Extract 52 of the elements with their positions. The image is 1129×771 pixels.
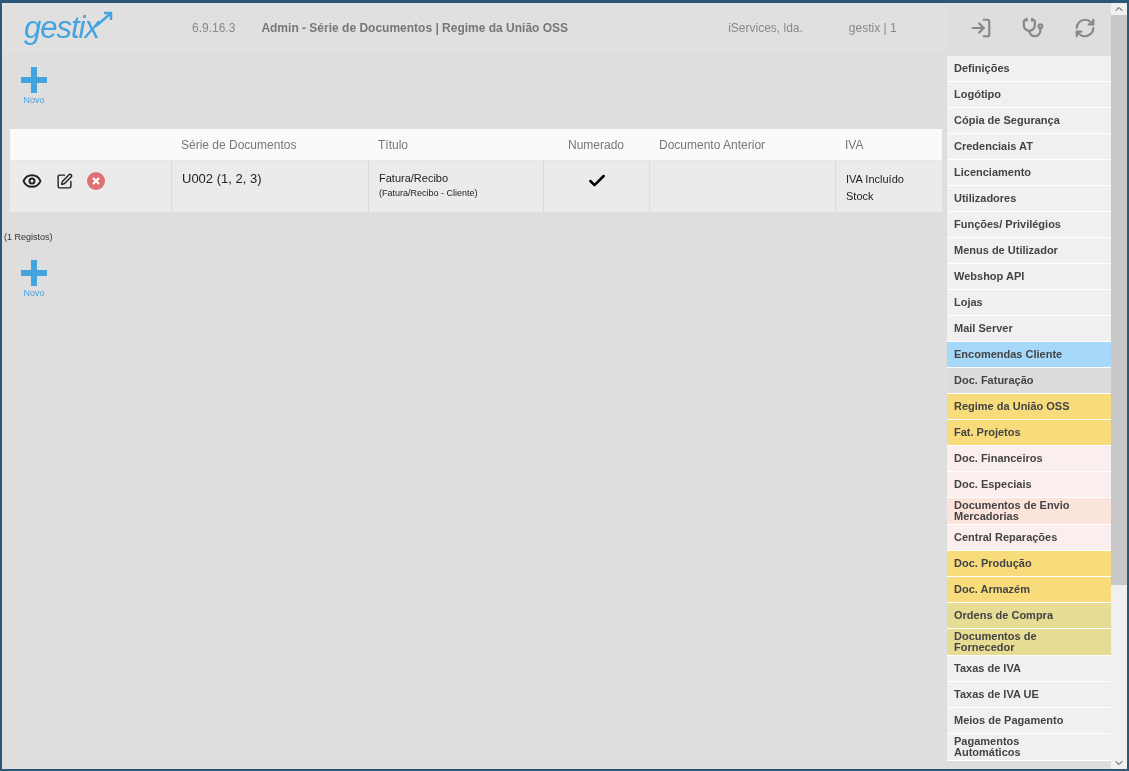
column-header: Título [368,129,543,161]
menu-item[interactable]: Ordens de Compra [947,603,1111,629]
menu-item[interactable]: Cópia de Segurança [947,108,1111,134]
menu-item[interactable]: Taxas de IVA [947,656,1111,682]
vat-text: Stock [846,189,874,204]
menu-item[interactable]: Central Reparações [947,525,1111,551]
version-text: 6.9.16.3 [192,21,236,35]
menu-item[interactable]: Regime da União OSS [947,394,1111,420]
refresh-icon[interactable] [1074,17,1096,39]
logo-text: gestix [24,11,99,45]
plus-icon [21,260,47,286]
menu-item[interactable]: Pagamentos Automáticos [947,734,1111,761]
menu-item[interactable]: Funções/ Privilégios [947,212,1111,238]
menu-item[interactable]: Webshop API [947,264,1111,290]
menu-item[interactable]: Taxas de IVA UE [947,682,1111,708]
menu-item[interactable]: Definições [947,56,1111,82]
menu-item[interactable]: Licenciamento [947,160,1111,186]
menu-item[interactable]: Menus de Utilizador [947,238,1111,264]
plus-icon [21,67,47,93]
column-header: Documento Anterior [649,129,835,161]
stethoscope-icon[interactable] [1022,17,1044,39]
title-text: Fatura/Recibo [379,171,449,186]
edit-button[interactable] [56,172,73,190]
menu-item[interactable]: Documentos de Fornecedor [947,629,1111,656]
subtitle-text: (Fatura/Recibo - Cliente) [379,187,478,200]
menu-item[interactable]: Credenciais AT [947,134,1111,160]
menu-item[interactable]: Lojas [947,290,1111,316]
menu-item[interactable]: Mail Server [947,316,1111,342]
menu-item[interactable]: Doc. Especiais [947,472,1111,498]
menu-item[interactable]: Doc. Produção [947,551,1111,577]
column-header: IVA [835,129,942,161]
logout-icon[interactable] [970,17,992,39]
view-button[interactable] [22,171,42,191]
vat-text: IVA Incluído [846,172,904,187]
delete-button[interactable] [87,172,105,190]
column-header: Série de Documentos [171,129,368,161]
scroll-thumb[interactable] [1111,15,1127,585]
company-text: iServices, lda. [728,21,803,35]
menu-item[interactable]: Doc. Financeiros [947,446,1111,472]
record-count: (1 Registos) [4,232,53,242]
column-header: Numerado [543,129,649,161]
menu-item[interactable]: Encomendas Cliente [947,342,1111,368]
menu-item[interactable]: Fat. Projetos [947,420,1111,446]
menu-item[interactable]: Documentos de Envio Mercadorias [947,498,1111,525]
menu-item[interactable]: Meios de Pagamento [947,708,1111,734]
menu-item[interactable]: Utilizadores [947,186,1111,212]
series-text: U002 (1, 2, 3) [182,171,262,186]
user-text: gestix | 1 [848,21,897,35]
menu-item[interactable]: Doc. Armazém [947,577,1111,603]
scrollbar[interactable] [1111,3,1127,769]
page-title: Admin - Série de Documentos | Regime da União OSS [261,21,569,35]
menu-item[interactable]: Logótipo [947,82,1111,108]
